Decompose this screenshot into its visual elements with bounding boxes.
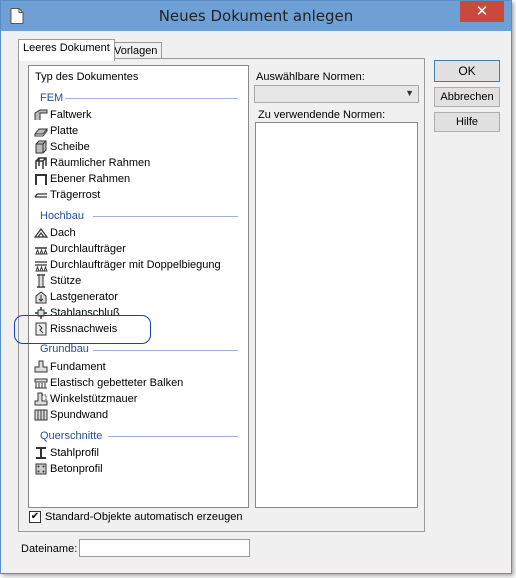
biaxial-beam-icon <box>35 261 48 272</box>
roof-icon <box>34 228 48 238</box>
group-fem: FEM <box>40 92 64 104</box>
dialog-window: Neues Dokument anlegen ✕ Leeres Dokument… <box>0 0 512 574</box>
close-icon: ✕ <box>475 2 489 20</box>
item-label: Fundament <box>50 361 106 373</box>
title-bar: Neues Dokument anlegen ✕ <box>1 1 511 31</box>
plate-icon <box>34 128 48 137</box>
available-norms-dropdown[interactable]: ▼ <box>254 85 419 103</box>
item-label: Trägerrost <box>50 189 101 201</box>
list-header: Typ des Dokumentes <box>35 71 139 83</box>
available-norms-label: Auswählbare Normen: <box>256 71 365 83</box>
steel-section-icon <box>36 447 46 459</box>
foundation-icon <box>34 360 48 373</box>
highlight-annotation <box>14 315 151 344</box>
item-label: Dach <box>50 227 76 239</box>
close-button[interactable]: ✕ <box>460 1 504 22</box>
item-label: Stahlprofil <box>50 447 99 459</box>
retaining-wall-icon <box>34 392 48 406</box>
group-divider <box>108 436 238 437</box>
used-norms-list[interactable] <box>255 122 418 508</box>
item-label: Scheibe <box>50 141 90 153</box>
group-divider <box>65 98 238 99</box>
chevron-down-icon: ▼ <box>405 88 414 98</box>
item-label: Betonprofil <box>50 463 103 475</box>
help-button[interactable]: Hilfe <box>434 112 500 132</box>
standard-objects-label: Standard-Objekte automatisch erzeugen <box>45 511 243 523</box>
item-label: Durchlaufträger mit Doppelbiegung <box>50 259 221 271</box>
document-type-list[interactable]: Typ des Dokumentes FEM Faltwerk Platte S… <box>28 65 249 508</box>
filename-input[interactable] <box>79 539 250 557</box>
wall-icon <box>35 140 47 154</box>
item-label: Stütze <box>50 275 82 287</box>
item-label: Elastisch gebetteter Balken <box>50 377 184 389</box>
group-hochbau: Hochbau <box>40 210 85 222</box>
bedded-beam-icon <box>34 378 48 389</box>
spatial-frame-icon <box>35 157 47 169</box>
column-icon <box>37 274 45 288</box>
item-label: Lastgenerator <box>50 291 118 303</box>
item-label: Spundwand <box>50 409 109 421</box>
used-norms-label: Zu verwendende Normen: <box>258 109 386 121</box>
item-label: Räumlicher Rahmen <box>50 157 151 169</box>
group-querschnitte: Querschnitte <box>40 430 103 442</box>
item-label: Faltwerk <box>50 109 92 121</box>
group-grundbau: Grundbau <box>40 343 89 355</box>
standard-objects-checkbox[interactable]: ✔ <box>29 511 41 523</box>
group-divider <box>93 350 238 351</box>
group-divider <box>93 216 238 217</box>
concrete-section-icon <box>35 463 47 475</box>
load-generator-icon <box>35 291 47 304</box>
cancel-button[interactable]: Abbrechen <box>434 87 500 107</box>
item-label: Ebener Rahmen <box>50 173 131 185</box>
tab-leeres-dokument[interactable]: Leeres Dokument <box>18 39 115 61</box>
continuous-beam-icon <box>35 247 48 255</box>
folded-plate-icon <box>34 109 48 120</box>
sheet-pile-icon <box>34 409 48 421</box>
filename-label: Dateiname: <box>21 543 78 555</box>
plane-frame-icon <box>35 174 47 185</box>
ok-button[interactable]: OK <box>434 60 500 82</box>
beam-grid-icon <box>34 193 47 198</box>
item-label: Winkelstützmauer <box>50 393 138 405</box>
item-label: Durchlaufträger <box>50 243 126 255</box>
window-title: Neues Dokument anlegen <box>158 7 354 25</box>
item-label: Platte <box>50 125 79 137</box>
